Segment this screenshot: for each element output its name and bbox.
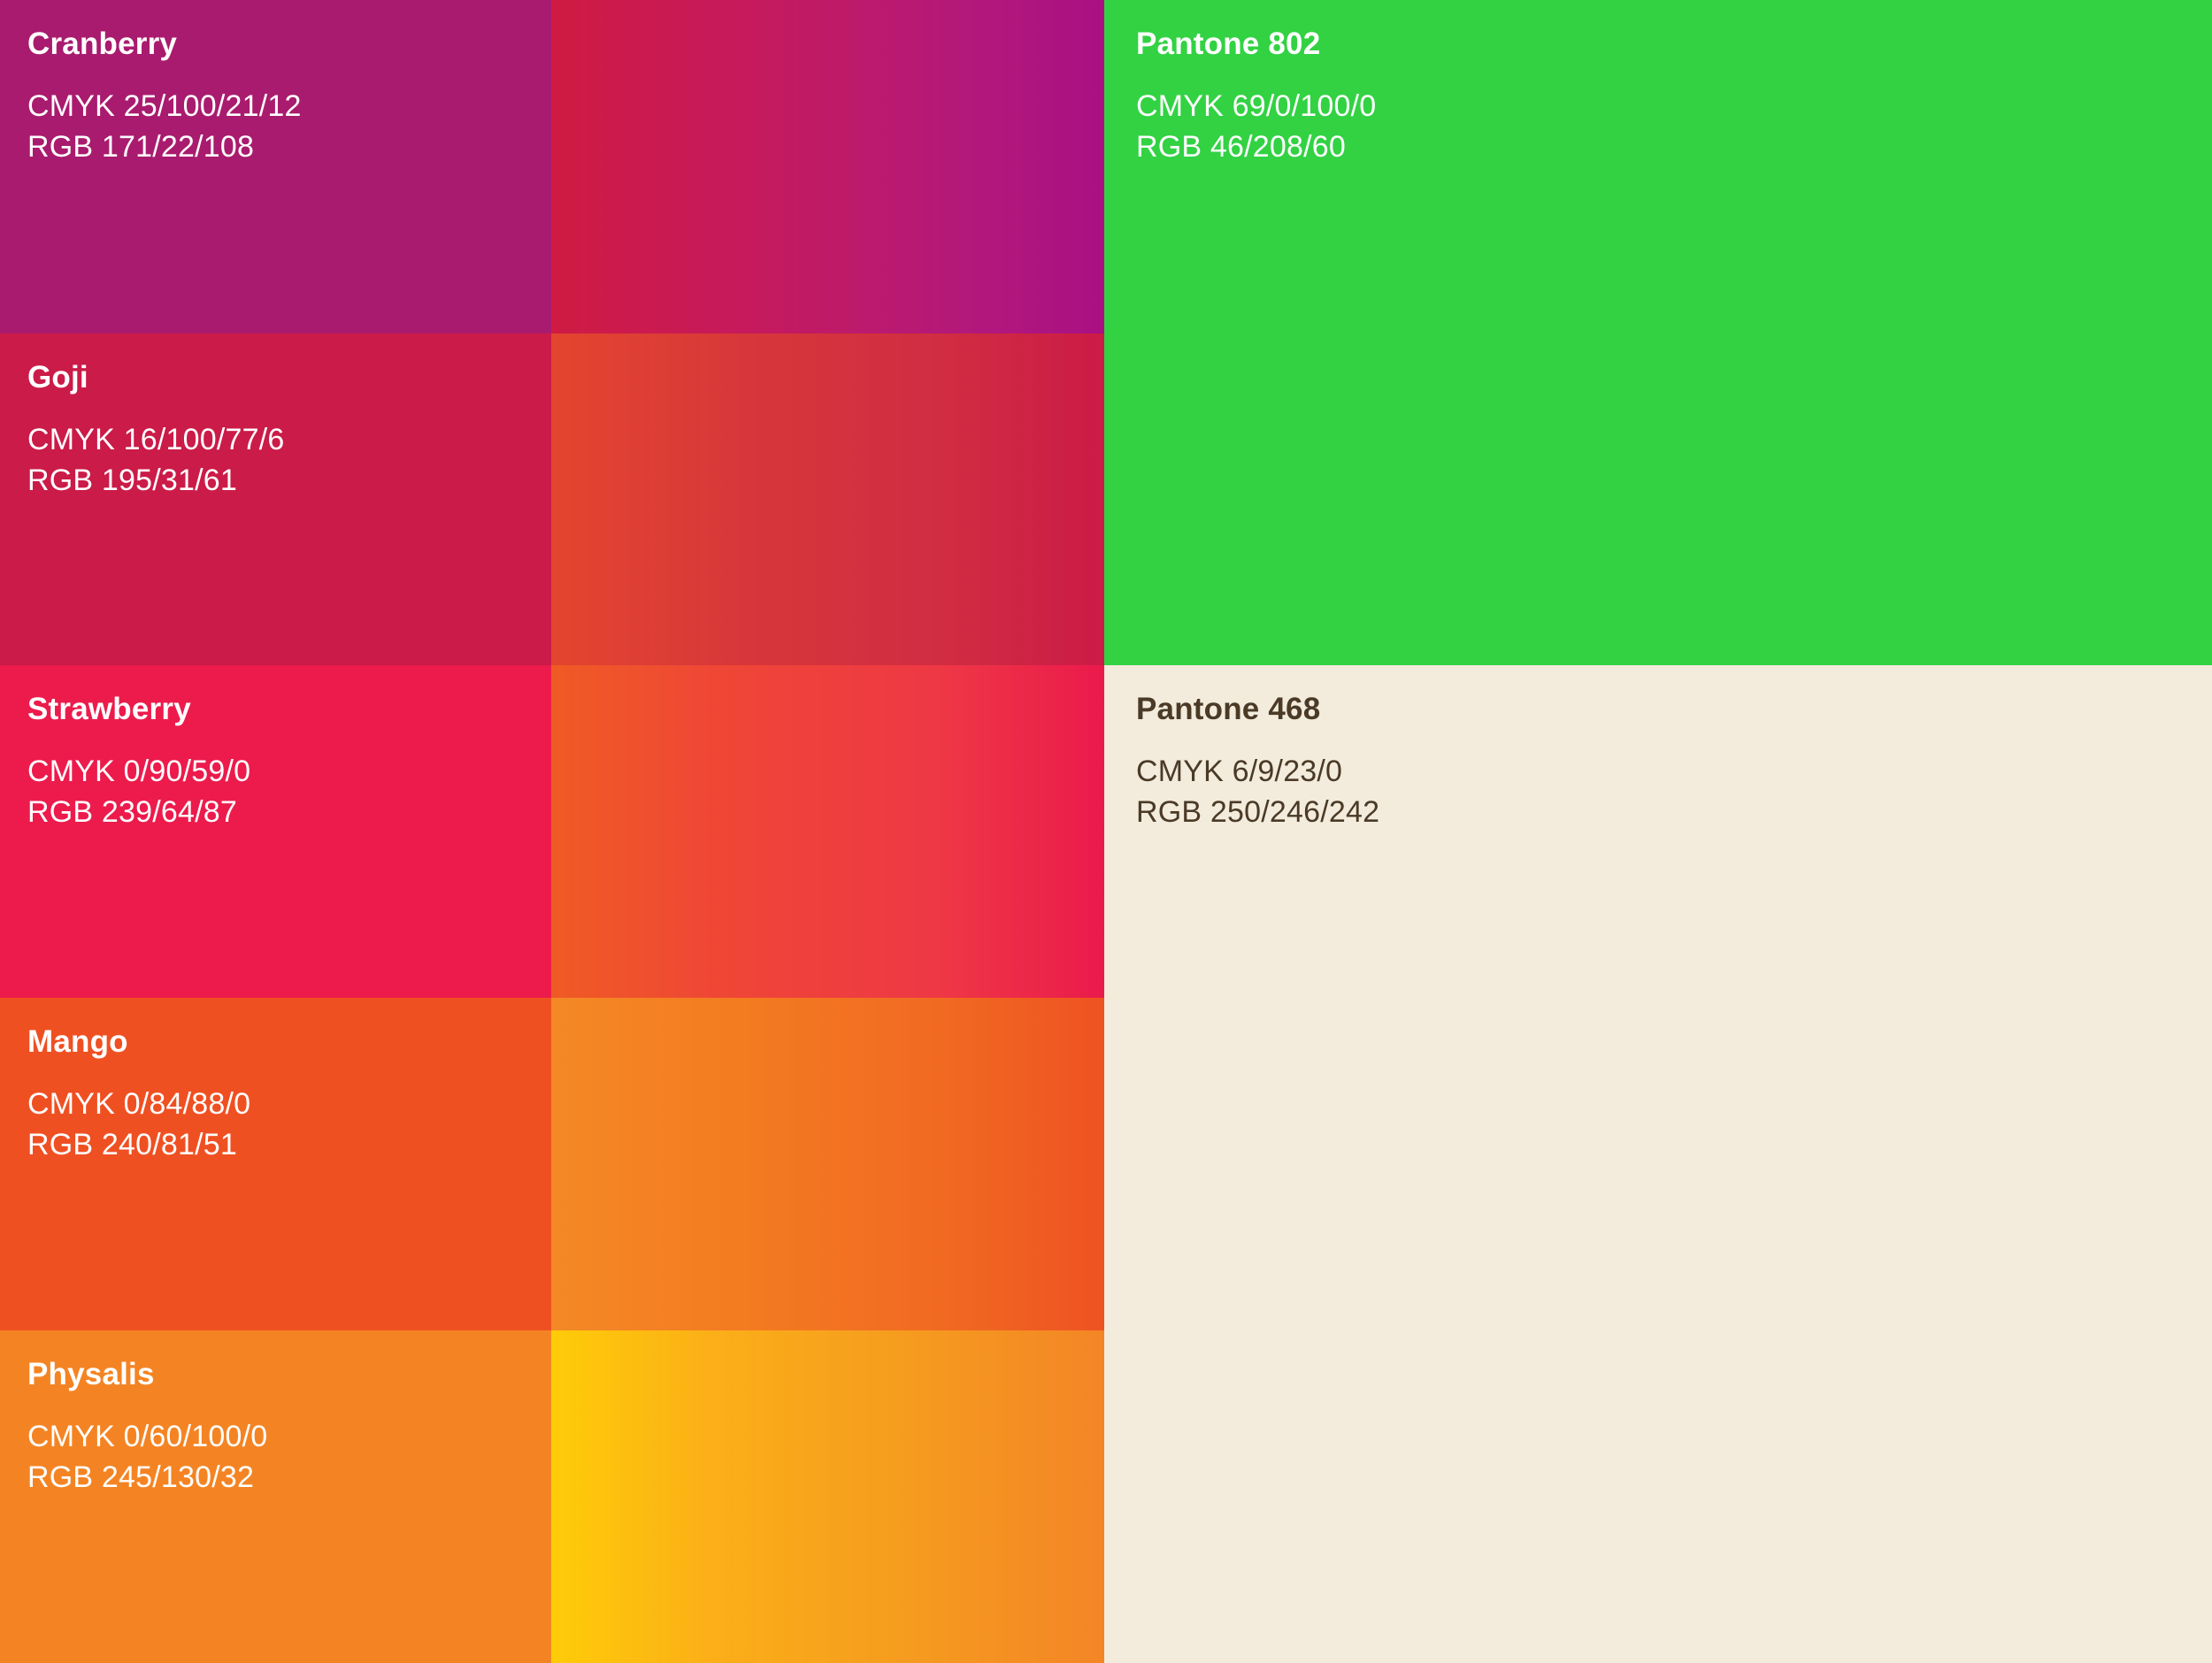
- gradient-mango: [551, 998, 1104, 1330]
- swatch-goji: Goji CMYK 16/100/77/6 RGB 195/31/61: [0, 333, 551, 665]
- swatch-cmyk: CMYK 0/90/59/0: [27, 755, 251, 788]
- gradient-physalis: [551, 1330, 1104, 1663]
- swatch-pantone-468: Pantone 468 CMYK 6/9/23/0 RGB 250/246/24…: [1104, 665, 2212, 1663]
- swatch-cmyk: CMYK 0/60/100/0: [27, 1420, 268, 1453]
- swatch-cmyk: CMYK 6/9/23/0: [1136, 755, 1343, 788]
- swatch-pantone-802: Pantone 802 CMYK 69/0/100/0 RGB 46/208/6…: [1104, 0, 2212, 665]
- swatch-cmyk: CMYK 25/100/21/12: [27, 89, 302, 123]
- swatch-rgb: RGB 240/81/51: [27, 1128, 237, 1161]
- gradient-strawberry: [551, 665, 1104, 998]
- swatch-cranberry: Cranberry CMYK 25/100/21/12 RGB 171/22/1…: [0, 0, 551, 333]
- swatch-physalis: Physalis CMYK 0/60/100/0 RGB 245/130/32: [0, 1330, 551, 1663]
- swatch-name: Mango: [27, 1024, 128, 1059]
- swatch-cmyk: CMYK 69/0/100/0: [1136, 89, 1377, 123]
- gradient-goji: [551, 333, 1104, 665]
- swatch-name: Pantone 802: [1136, 27, 1321, 61]
- swatch-rgb: RGB 239/64/87: [27, 795, 237, 829]
- swatch-name: Goji: [27, 360, 88, 395]
- swatch-cmyk: CMYK 16/100/77/6: [27, 423, 285, 456]
- swatch-name: Physalis: [27, 1357, 155, 1391]
- swatch-rgb: RGB 171/22/108: [27, 130, 255, 164]
- swatch-name: Cranberry: [27, 27, 178, 61]
- swatch-rgb: RGB 250/246/242: [1136, 795, 1380, 829]
- gradient-cranberry: [551, 0, 1104, 333]
- swatch-strawberry: Strawberry CMYK 0/90/59/0 RGB 239/64/87: [0, 665, 551, 998]
- swatch-name: Strawberry: [27, 692, 191, 726]
- swatch-name: Pantone 468: [1136, 692, 1321, 726]
- swatch-rgb: RGB 46/208/60: [1136, 130, 1346, 164]
- swatch-rgb: RGB 245/130/32: [27, 1460, 255, 1494]
- swatch-mango: Mango CMYK 0/84/88/0 RGB 240/81/51: [0, 998, 551, 1330]
- swatch-rgb: RGB 195/31/61: [27, 464, 237, 497]
- swatch-cmyk: CMYK 0/84/88/0: [27, 1087, 251, 1121]
